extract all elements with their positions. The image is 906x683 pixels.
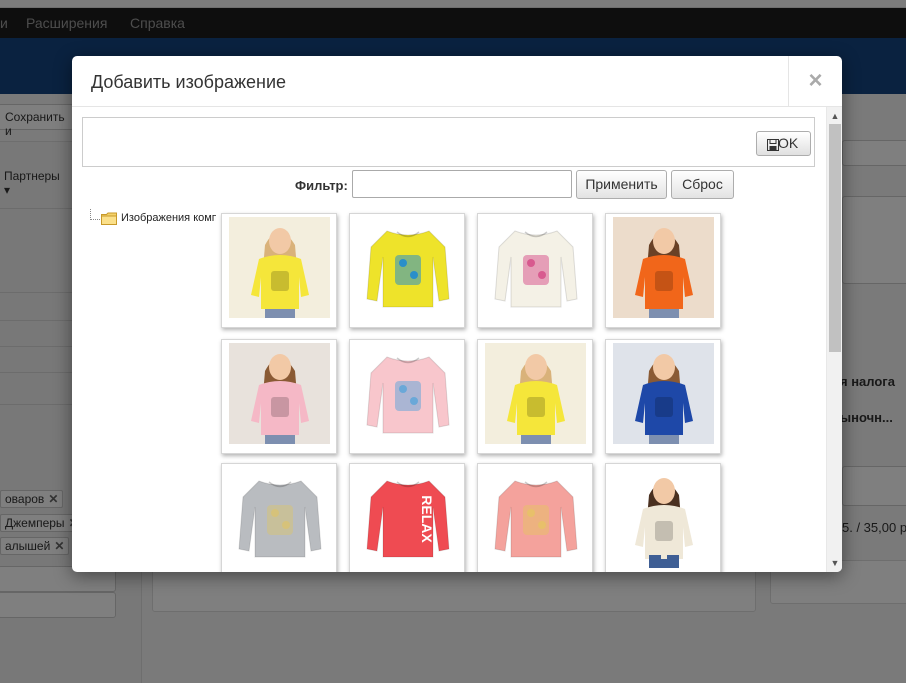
thumbnail-image	[613, 217, 714, 318]
scrollbar-thumb[interactable]	[829, 124, 841, 352]
image-thumbnail[interactable]	[605, 463, 721, 572]
modal-title: Добавить изображение	[91, 72, 287, 92]
tree-connector	[90, 209, 100, 220]
image-thumbnail[interactable]	[221, 213, 337, 328]
image-thumbnail[interactable]	[605, 339, 721, 454]
image-thumbnail[interactable]	[477, 213, 593, 328]
apply-button[interactable]: Применить	[576, 170, 667, 199]
image-thumbnail[interactable]	[221, 339, 337, 454]
svg-text:RELAX: RELAX	[419, 495, 435, 543]
image-thumbnail[interactable]	[605, 213, 721, 328]
thumbnail-image	[357, 217, 458, 318]
modal-body: OK Фильтр: Применить Сброс Изображения к…	[72, 107, 826, 572]
ok-label: OK	[778, 135, 799, 151]
filter-label: Фильтр:	[295, 178, 348, 193]
add-image-modal: Добавить изображение × OK Фильтр: Примен…	[72, 56, 842, 572]
folder-tree: Изображения комп	[90, 209, 216, 231]
folder-icon[interactable]	[101, 212, 117, 225]
image-thumbnail[interactable]	[477, 339, 593, 454]
thumbnail-image	[613, 467, 714, 568]
selected-path-box: OK	[82, 117, 815, 167]
chevron-up-icon[interactable]: ▲	[827, 109, 842, 123]
thumbnail-image	[485, 467, 586, 568]
filter-input[interactable]	[352, 170, 572, 198]
thumbnail-image	[229, 217, 330, 318]
ok-button[interactable]: OK	[756, 131, 811, 156]
filter-row: Фильтр: Применить Сброс	[72, 169, 826, 201]
image-thumbnail[interactable]	[221, 463, 337, 572]
image-thumbnail[interactable]	[477, 463, 593, 572]
thumbnail-image	[613, 343, 714, 444]
chevron-down-icon[interactable]: ▼	[827, 556, 842, 570]
close-icon[interactable]: ×	[788, 56, 842, 107]
image-thumbnail[interactable]	[349, 213, 465, 328]
modal-scrollbar[interactable]: ▲ ▼	[826, 107, 842, 572]
thumbnail-image	[485, 217, 586, 318]
modal-header: Добавить изображение ×	[72, 56, 842, 107]
thumbnail-image: RELAX	[357, 467, 458, 568]
reset-button[interactable]: Сброс	[671, 170, 734, 199]
image-thumbnail[interactable]	[349, 339, 465, 454]
thumbnail-image	[485, 343, 586, 444]
tree-root-label[interactable]: Изображения комп	[121, 212, 216, 224]
thumbnail-image	[229, 343, 330, 444]
thumbnail-image	[229, 467, 330, 568]
thumbnail-image	[357, 343, 458, 444]
floppy-disk-icon	[767, 139, 779, 151]
image-thumbnail[interactable]: RELAX	[349, 463, 465, 572]
